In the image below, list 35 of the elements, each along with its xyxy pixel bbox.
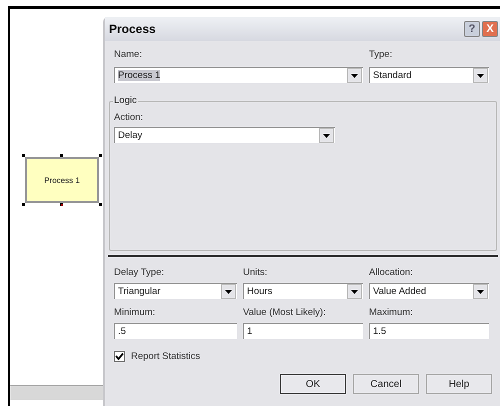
input-field[interactable]: 1.5 [369, 323, 489, 339]
check-icon [115, 352, 124, 361]
checkbox[interactable] [114, 351, 125, 362]
dropdown[interactable]: Triangular [114, 283, 237, 299]
process-module[interactable]: Process 1 [25, 157, 99, 203]
input-field[interactable]: .5 [114, 323, 237, 339]
field-label: Action: [114, 112, 144, 123]
dropdown-arrow-icon [351, 290, 358, 294]
input-field[interactable]: 1 [243, 323, 363, 339]
dialog-button[interactable]: OK [280, 374, 346, 394]
name-dropdown[interactable]: Process 1 [114, 67, 363, 83]
dialog-button[interactable]: Cancel [353, 374, 419, 394]
field-label: Delay Type: [114, 267, 165, 278]
selection-handles-icon [22, 154, 102, 206]
field-label: Maximum: [369, 307, 414, 318]
action-dropdown[interactable]: Delay [114, 127, 335, 143]
window-title: Process [109, 22, 157, 36]
dropdown-arrow-icon [225, 290, 232, 294]
dropdown[interactable]: Hours [243, 283, 363, 299]
field-label: Value (Most Likely): [243, 307, 327, 318]
checkbox-label: Report Statistics [131, 351, 200, 362]
type-dropdown[interactable]: Standard [369, 67, 489, 83]
dropdown[interactable]: Value Added [369, 283, 489, 299]
field-label: Name: [114, 49, 143, 60]
dialog-button[interactable]: Help [426, 374, 492, 394]
help-button[interactable]: ? [464, 21, 480, 37]
field-label: Allocation: [369, 267, 414, 278]
field-label: Units: [243, 267, 268, 278]
dropdown-arrow-icon [477, 290, 484, 294]
dropdown-arrow-icon [323, 134, 330, 138]
field-label: Minimum: [114, 307, 156, 318]
field-label: Type: [369, 49, 394, 60]
dropdown-arrow-icon [477, 74, 484, 78]
dropdown-arrow-icon [351, 74, 358, 78]
group-title: Logic [113, 95, 138, 106]
